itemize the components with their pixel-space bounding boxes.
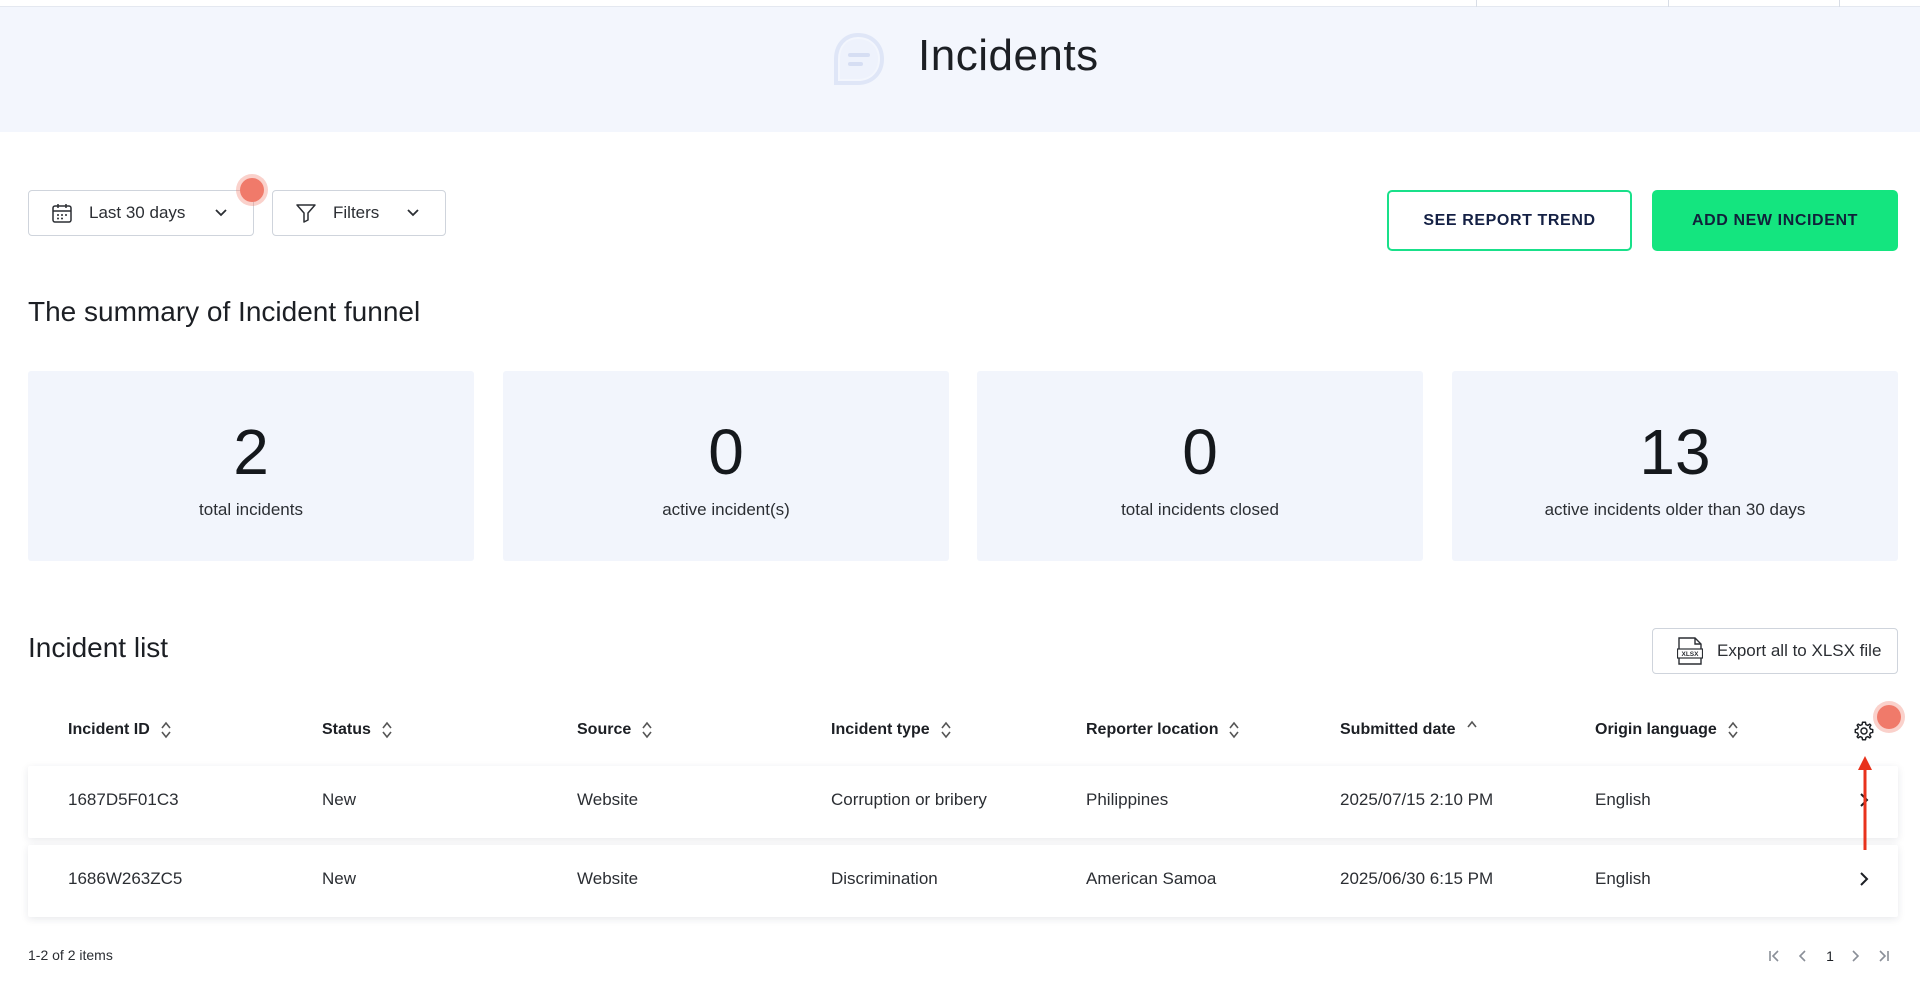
column-header-submitted-date[interactable]: Submitted date [1340, 720, 1478, 740]
footer-background [0, 920, 1920, 982]
cell-incident-id: 1686W263ZC5 [68, 869, 183, 888]
incident-list-title: Incident list [28, 632, 169, 663]
calendar-icon [52, 204, 72, 223]
cell-source: Website [577, 869, 639, 888]
summary-card-active-incidents: 0 active incident(s) [503, 371, 949, 561]
chevron-right-icon[interactable] [1857, 869, 1871, 889]
cell-submitted-date: 2025/07/15 2:10 PM [1340, 790, 1494, 809]
filters-dropdown[interactable]: Filters [272, 190, 446, 236]
column-header-label: Origin language [1595, 721, 1717, 738]
pagination-summary: 1-2 of 2 items [28, 947, 113, 963]
table-row[interactable]: 1687D5F01C3 New Website Corruption or br… [28, 766, 1898, 838]
first-page-icon[interactable] [1766, 945, 1784, 967]
add-new-incident-button[interactable]: ADD NEW INCIDENT [1652, 190, 1898, 251]
summary-card-value: 0 [1182, 416, 1218, 488]
column-header-label: Status [322, 721, 371, 738]
cell-status: New [322, 869, 357, 888]
export-label: Export all to XLSX file [1717, 641, 1882, 660]
chevron-down-icon [215, 209, 227, 217]
table-row[interactable]: 1686W263ZC5 New Website Discrimination A… [28, 845, 1898, 917]
column-header-label: Incident ID [68, 721, 150, 738]
cell-status: New [322, 790, 357, 809]
cell-incident-id: 1687D5F01C3 [68, 790, 179, 809]
sort-icon [1229, 721, 1240, 739]
last-page-icon[interactable] [1874, 945, 1892, 967]
xlsx-file-icon: XLSX [1677, 637, 1703, 665]
column-header-reporter-location[interactable]: Reporter location [1086, 720, 1240, 740]
xlsx-icon-text: XLSX [1682, 651, 1700, 658]
summary-card-label: total incidents closed [1121, 500, 1279, 519]
summary-card-value: 13 [1639, 416, 1711, 488]
current-page-number[interactable]: 1 [1822, 945, 1838, 967]
column-header-incident-id[interactable]: Incident ID [68, 720, 172, 740]
top-strip-divider [1668, 0, 1669, 7]
date-range-label: Last 30 days [89, 203, 186, 222]
column-header-label: Source [577, 721, 632, 738]
next-page-icon[interactable] [1846, 945, 1864, 967]
annotation-arrow-icon [1858, 756, 1872, 850]
cell-reporter-location: Philippines [1086, 790, 1169, 809]
sort-icon [941, 721, 951, 739]
cell-incident-type: Discrimination [831, 869, 938, 888]
column-header-incident-type[interactable]: Incident type [831, 720, 952, 740]
filters-label: Filters [333, 203, 380, 222]
sort-icon [642, 721, 652, 739]
sort-ascending-icon [1466, 720, 1477, 728]
cell-source: Website [577, 790, 639, 809]
funnel-icon [296, 204, 316, 223]
top-strip-divider [1839, 0, 1840, 7]
cell-incident-type: Corruption or bribery [831, 790, 987, 809]
sort-icon [161, 721, 171, 739]
column-header-label: Incident type [831, 721, 930, 738]
summary-card-label: total incidents [199, 500, 303, 519]
summary-card-value: 0 [708, 416, 744, 488]
summary-card-value: 2 [233, 416, 269, 488]
cell-submitted-date: 2025/06/30 6:15 PM [1340, 869, 1494, 888]
column-header-status[interactable]: Status [322, 720, 393, 740]
column-header-label: Reporter location [1086, 721, 1219, 738]
top-strip [0, 0, 1920, 7]
top-strip-divider [1476, 0, 1477, 7]
gear-icon[interactable] [1853, 720, 1875, 742]
page-header: Incidents [0, 7, 1920, 132]
cell-origin-language: English [1595, 790, 1651, 809]
chat-logo-icon [834, 32, 885, 85]
column-header-origin-language[interactable]: Origin language [1595, 720, 1739, 740]
summary-card-label: active incidents older than 30 days [1544, 500, 1806, 519]
column-header-label: Submitted date [1340, 721, 1456, 738]
export-xlsx-button[interactable]: XLSX Export all to XLSX file [1652, 628, 1898, 674]
summary-card-closed-incidents: 0 total incidents closed [977, 371, 1423, 561]
summary-card-older-incidents: 13 active incidents older than 30 days [1452, 371, 1898, 561]
sort-icon [382, 721, 392, 739]
column-header-source[interactable]: Source [577, 720, 653, 740]
see-report-trend-button[interactable]: SEE REPORT TREND [1387, 190, 1632, 251]
chevron-down-icon [407, 209, 419, 217]
summary-title: The summary of Incident funnel [28, 296, 421, 327]
cell-origin-language: English [1595, 869, 1651, 888]
page-title: Incidents [918, 31, 1099, 80]
cell-reporter-location: American Samoa [1086, 869, 1217, 888]
previous-page-icon[interactable] [1794, 945, 1812, 967]
date-range-dropdown[interactable]: Last 30 days [28, 190, 254, 236]
summary-card-total-incidents: 2 total incidents [28, 371, 474, 561]
click-highlight-marker [240, 178, 264, 202]
click-highlight-marker [1877, 705, 1901, 729]
sort-icon [1728, 721, 1738, 739]
summary-card-label: active incident(s) [662, 500, 790, 519]
